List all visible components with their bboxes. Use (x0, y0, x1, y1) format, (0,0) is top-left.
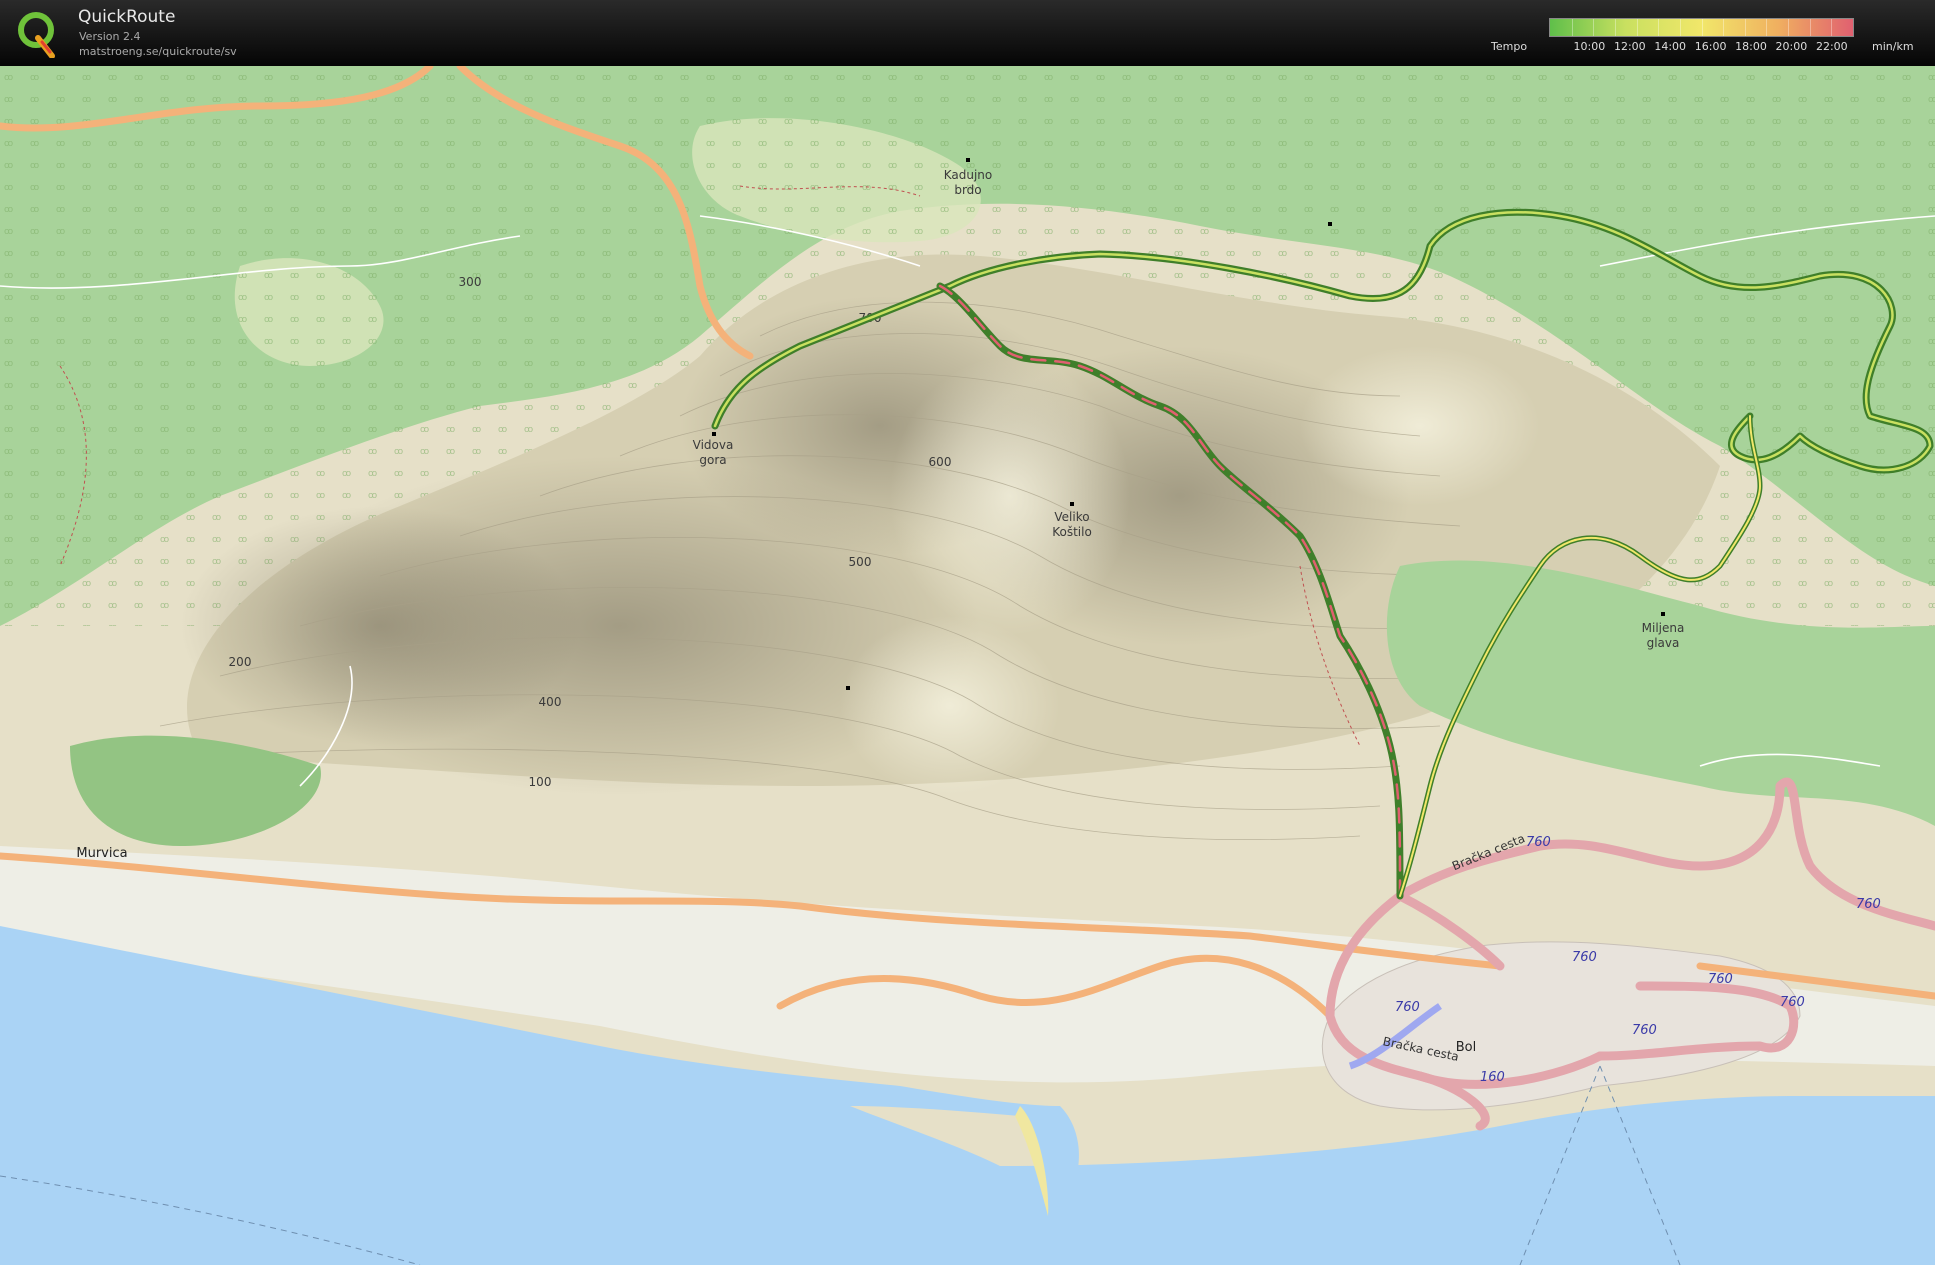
contour-label: 300 (459, 275, 482, 289)
legend-tick-label: 18:00 (1735, 40, 1767, 53)
place-label-kadujno-brdo: Kadujno (944, 168, 993, 182)
place-label-kadujno-brdo-2: brdo (954, 183, 981, 197)
legend-tick-label: 10:00 (1573, 40, 1606, 53)
road-ref: 760 (1395, 1000, 1420, 1015)
hillshade-light (840, 616, 1060, 796)
legend-segment-divider (1636, 19, 1638, 36)
legend-label: Tempo (1491, 40, 1528, 53)
legend-segment-divider (1658, 19, 1660, 36)
legend-tick-label: 22:00 (1815, 40, 1848, 53)
legend-segment-divider (1788, 19, 1790, 36)
legend-tick-label: 14:00 (1654, 40, 1687, 53)
place-label-vidova-gora-2: gora (699, 453, 726, 467)
contour-label: 100 (529, 775, 552, 789)
hillshade-light (890, 356, 1130, 636)
road-ref: 760 (1708, 972, 1733, 987)
legend-segment-divider (1723, 19, 1725, 36)
quickroute-logo-icon (18, 12, 55, 58)
peak-marker (1661, 612, 1665, 616)
legend-segment-divider (1809, 19, 1811, 36)
place-label-miljena-glava: Miljena (1642, 621, 1685, 635)
legend-tick-label: 20:00 (1775, 40, 1808, 53)
legend-segment-divider (1744, 19, 1746, 36)
place-label-veliko-kostilo: Veliko (1054, 510, 1089, 524)
peak-marker (846, 686, 850, 690)
legend-unit: min/km (1872, 40, 1914, 53)
legend-segment-divider (1593, 19, 1595, 36)
legend-segment-divider (1701, 19, 1703, 36)
contour-label: 600 (929, 455, 952, 469)
peak-marker (712, 432, 716, 436)
app-title: QuickRoute (78, 7, 176, 27)
legend-segment-divider (1831, 19, 1833, 36)
legend-segment-divider (1571, 19, 1573, 36)
app-url: matstroeng.se/quickroute/sv (79, 45, 237, 58)
road-ref: 760 (1780, 995, 1805, 1010)
peak-marker (966, 158, 970, 162)
pace-color-scale (1549, 18, 1854, 37)
peak-marker (1328, 222, 1332, 226)
map-view[interactable]: ꝏ 700 600 500 400 300 200 100 (0, 66, 1935, 1265)
hillshade (180, 506, 580, 746)
contour-label: 500 (849, 555, 872, 569)
place-label-miljena-glava-2: glava (1647, 636, 1680, 650)
legend-segment-divider (1679, 19, 1681, 36)
road-ref: 760 (1572, 950, 1597, 965)
app-header: QuickRoute Version 2.4 matstroeng.se/qui… (0, 0, 1935, 66)
legend-segment-divider (1614, 19, 1616, 36)
contour-label: 200 (229, 655, 252, 669)
legend-tick-label: 12:00 (1613, 40, 1646, 53)
place-label-vidova-gora: Vidova (693, 438, 734, 452)
legend-segment-divider (1766, 19, 1768, 36)
road-ref: 760 (1632, 1023, 1657, 1038)
legend-tick-label: 16:00 (1694, 40, 1727, 53)
contour-label: 400 (539, 695, 562, 709)
road-ref: 760 (1526, 835, 1551, 850)
road-ref: 760 (1856, 897, 1881, 912)
place-label-murvica: Murvica (76, 846, 127, 861)
legend-ticks: 10:00 12:00 14:00 16:00 18:00 20:00 22:00 (1549, 40, 1852, 54)
peak-marker (1070, 502, 1074, 506)
app-version: Version 2.4 (79, 30, 141, 43)
place-label-veliko-kostilo-2: Koštilo (1052, 525, 1092, 539)
road-ref: 160 (1480, 1070, 1505, 1085)
